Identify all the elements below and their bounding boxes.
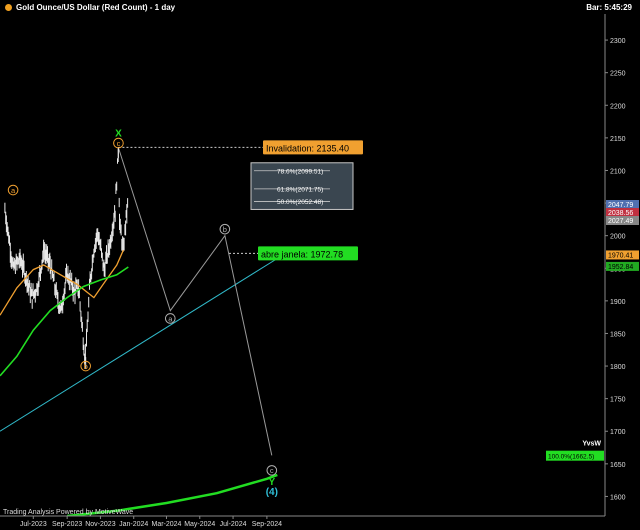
x-tick-label: Jan-2024	[119, 521, 148, 528]
window-label: abre janela: 1972.78	[261, 249, 343, 259]
y-tick-label: 2300	[610, 38, 626, 45]
instrument-dot-icon	[5, 4, 12, 11]
price-tag-label: 2038.56	[608, 210, 633, 217]
y-tick-label: 1700	[610, 429, 626, 436]
wave-label: c	[270, 466, 274, 475]
price-tag-label: 1970.41	[608, 252, 633, 259]
y-tick-label: 1600	[610, 494, 626, 501]
target-label: 100.0%(1662.5)	[548, 454, 594, 461]
y-tick-label: 1750	[610, 397, 626, 404]
y-tick-label: 2000	[610, 234, 626, 241]
y-tick-label: 1850	[610, 331, 626, 338]
chart-title-text: Gold Ounce/US Dollar (Red Count) - 1 day	[16, 3, 176, 12]
x-tick-label: Sep-2024	[252, 521, 282, 528]
x-tick-label: Mar-2024	[151, 521, 181, 528]
y-tick-label: 1900	[610, 299, 626, 306]
price-chart: 1600165017001750180018501900195020002050…	[0, 0, 640, 530]
x-tick-label: Sep-2023	[52, 521, 82, 528]
y-tick-label: 2150	[610, 136, 626, 143]
wave-label: b	[223, 225, 227, 234]
y-tick-label: 1650	[610, 462, 626, 469]
x-tick-label: Nov-2023	[85, 521, 115, 528]
wave-label: Y	[268, 477, 275, 488]
wave-label: X	[115, 129, 122, 140]
bar-timer: Bar: 5:45:29	[586, 3, 632, 12]
price-tag-label: 1952.84	[608, 264, 633, 271]
y-tick-label: 2200	[610, 103, 626, 110]
x-tick-label: Jul-2023	[20, 521, 47, 528]
wave-label: c	[117, 139, 121, 148]
fib-level-label: 61.8%(2071.75)	[277, 186, 323, 193]
footer-credit: Trading Analysis Powered by MotiveWave	[3, 509, 134, 516]
y-tick-label: 2100	[610, 168, 626, 175]
fib-level-label: 50.0%(2052.48)	[277, 199, 323, 206]
target-caption: YvsW	[582, 441, 601, 448]
x-tick-label: Jul-2024	[220, 521, 247, 528]
price-tag-label: 2027.49	[608, 218, 633, 225]
y-tick-label: 2250	[610, 71, 626, 78]
price-tag-label: 2047.79	[608, 202, 633, 209]
wave-label: (4)	[266, 487, 278, 498]
invalidation-label: Invalidation: 2135.40	[266, 143, 349, 153]
chart-title: Gold Ounce/US Dollar (Red Count) - 1 day	[5, 3, 175, 12]
x-tick-label: May-2024	[184, 521, 215, 528]
fib-level-label: 78.6%(2099.51)	[277, 168, 323, 175]
wave-label: b	[84, 362, 88, 371]
y-tick-label: 1800	[610, 364, 626, 371]
